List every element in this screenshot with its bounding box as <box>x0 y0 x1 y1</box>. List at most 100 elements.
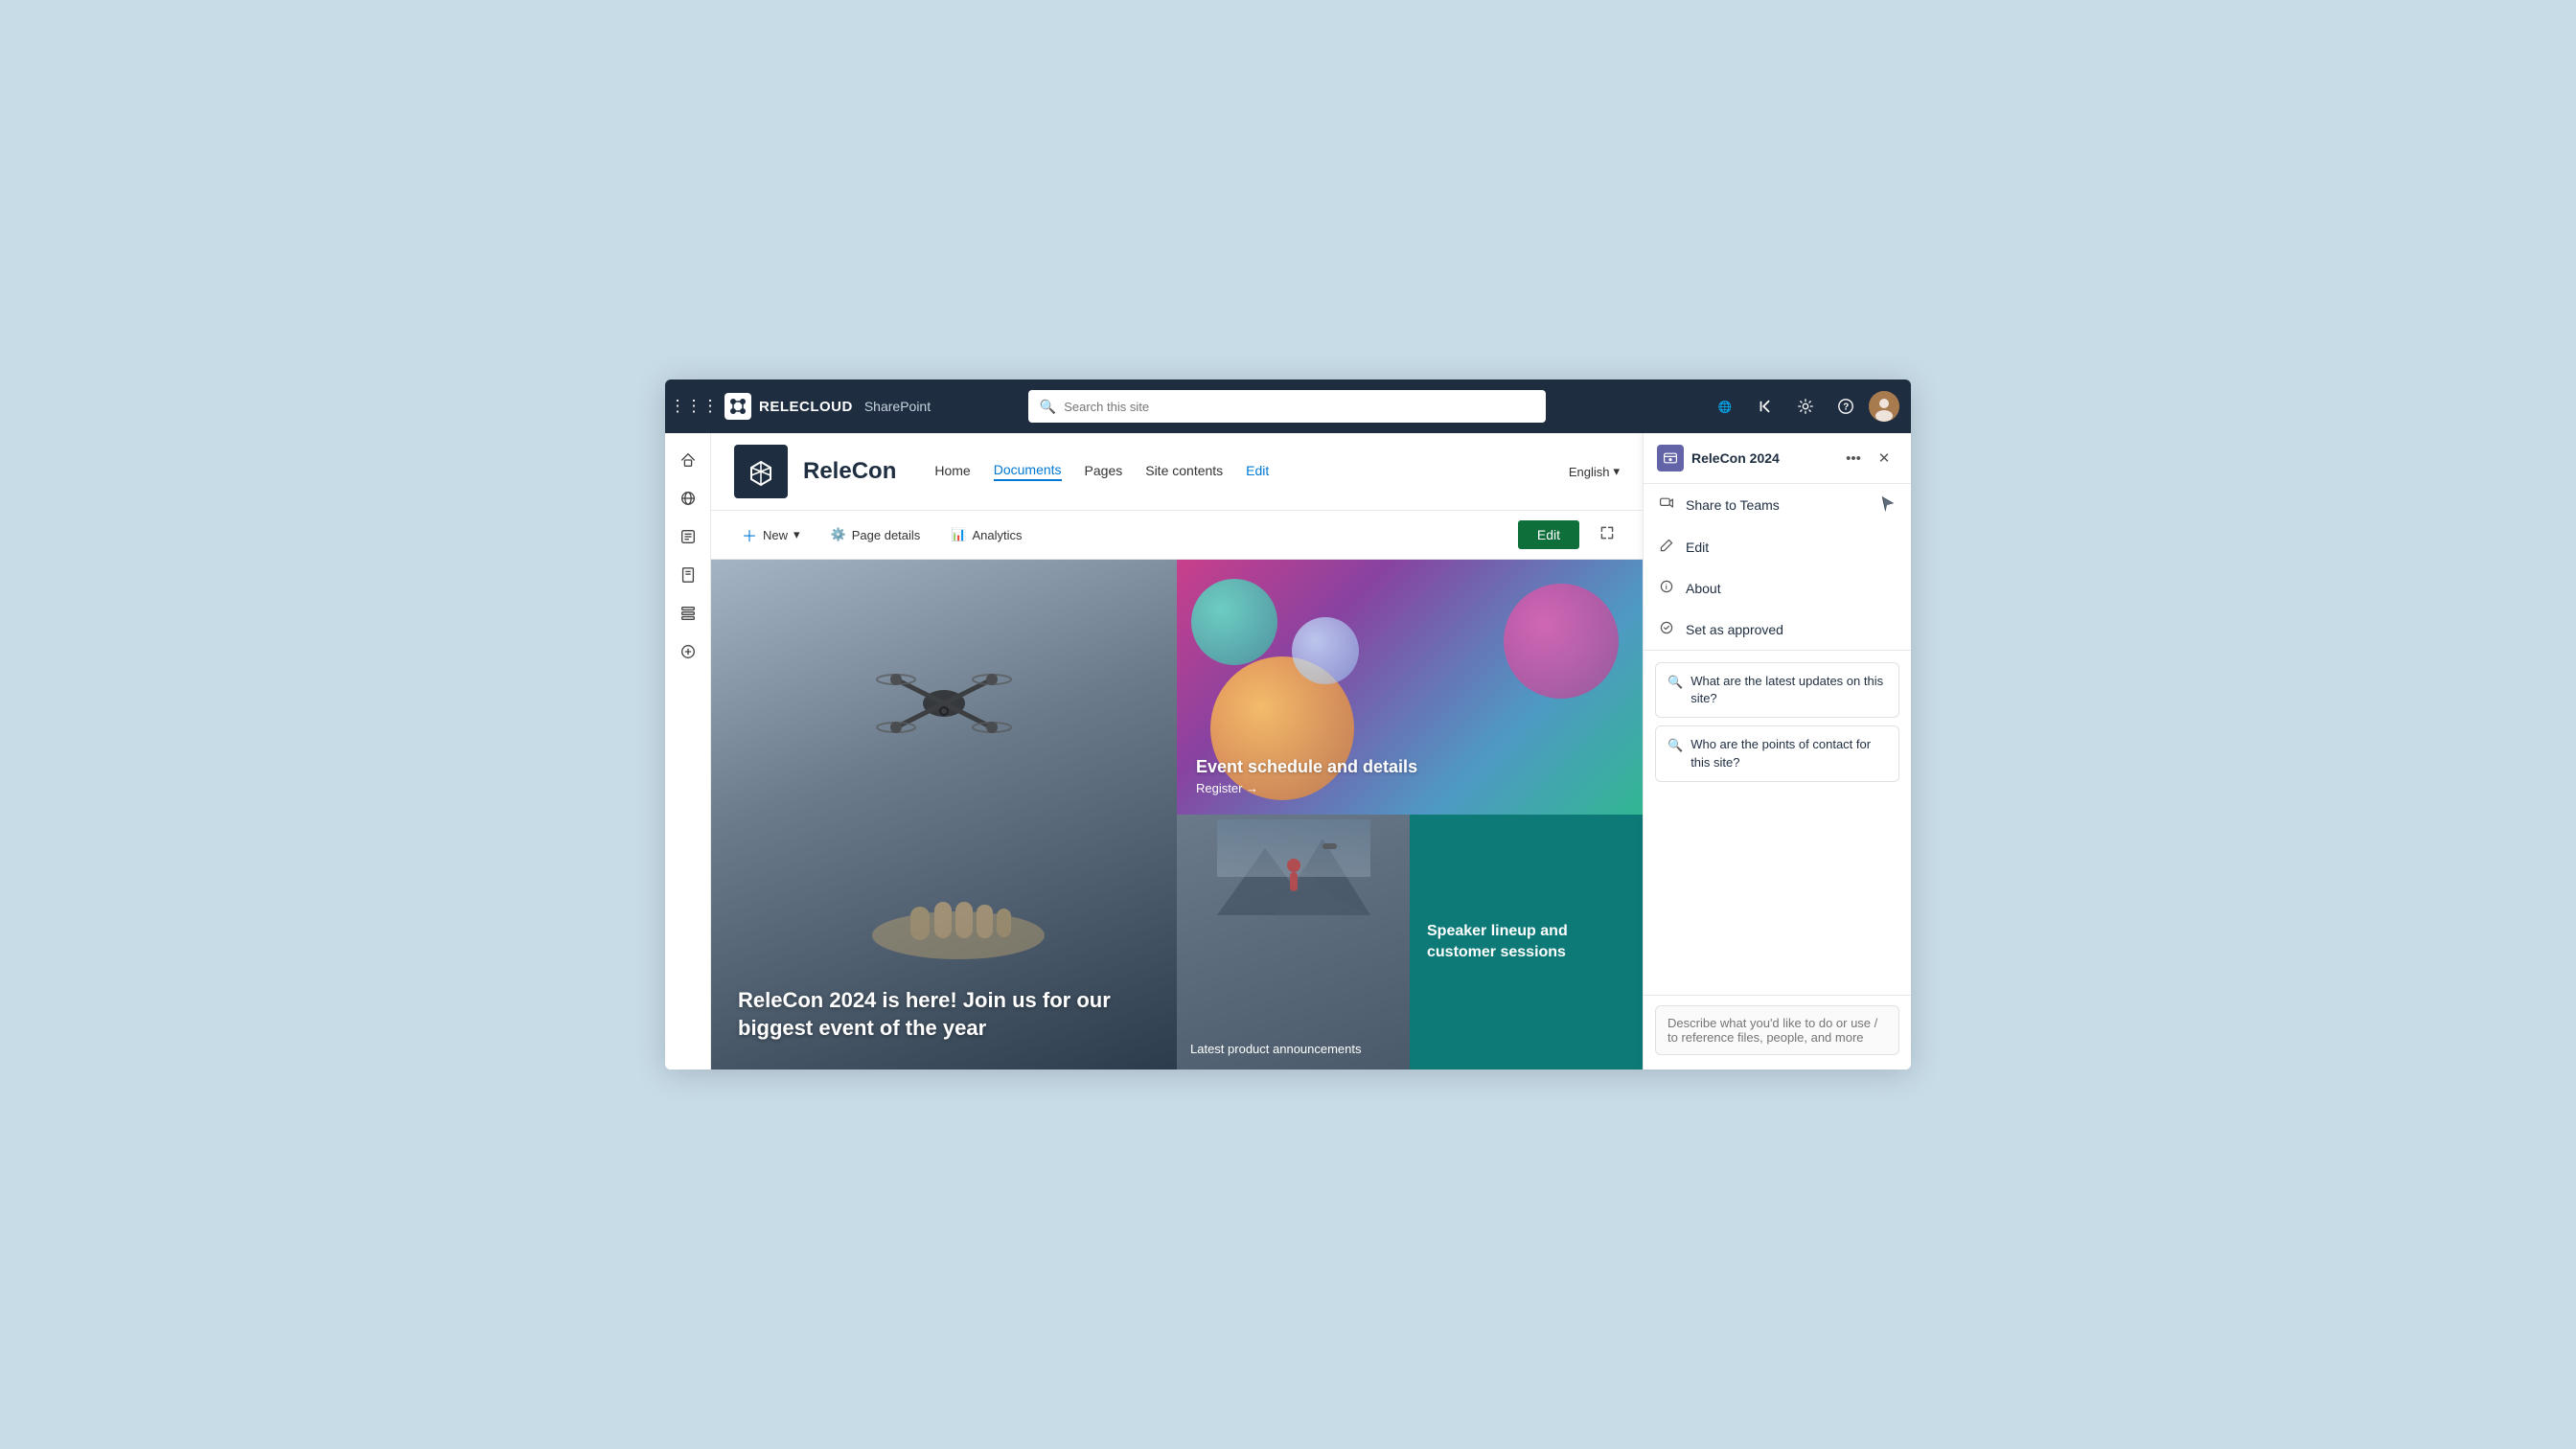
top-navigation: ⋮⋮⋮ RELECLOUD SharePoint 🔍 <box>665 380 1911 433</box>
toolbar: ＋ New ▾ ⚙️ Page details 📊 Analytics Edit <box>711 511 1643 560</box>
svg-text:?: ? <box>1843 402 1849 413</box>
site-title: ReleCon <box>803 458 896 485</box>
sidebar-home-button[interactable] <box>671 443 705 477</box>
main-area: ReleCon Home Documents Pages Site conten… <box>665 433 1911 1070</box>
hero-event-link[interactable]: Register → <box>1196 781 1623 795</box>
right-panel: ReleCon 2024 ••• ✕ Share to Teams <box>1643 433 1911 1070</box>
panel-teams-icon <box>1657 445 1684 472</box>
sidebar-add-button[interactable] <box>671 634 705 669</box>
suggestion-item-0[interactable]: 🔍 What are the latest updates on this si… <box>1655 662 1899 718</box>
cursor-indicator <box>1880 496 1896 515</box>
panel-suggestions: 🔍 What are the latest updates on this si… <box>1644 651 1911 995</box>
search-suggestion-icon-0: 🔍 <box>1668 674 1683 691</box>
site-nav: Home Documents Pages Site contents Edit <box>934 462 1269 481</box>
site-logo <box>734 445 788 498</box>
panel-input-area <box>1644 995 1911 1070</box>
suggestion-text-1: Who are the points of contact for this s… <box>1690 736 1887 770</box>
about-label: About <box>1686 581 1721 596</box>
logo-area: RELECLOUD SharePoint <box>724 393 931 420</box>
fullscreen-button[interactable] <box>1595 520 1620 549</box>
hero-grid: ReleCon 2024 is here! Join us for our bi… <box>711 560 1643 1070</box>
search-icon: 🔍 <box>1040 399 1056 415</box>
nav-pages[interactable]: Pages <box>1085 463 1123 480</box>
edit-menu-button[interactable]: Edit <box>1644 526 1911 567</box>
analytics-label: Analytics <box>973 528 1023 542</box>
share-teams-icon <box>1659 495 1674 515</box>
chevron-down-icon: ▾ <box>1613 464 1620 479</box>
sidebar-content-button[interactable] <box>671 519 705 554</box>
site-header: ReleCon Home Documents Pages Site conten… <box>711 433 1643 511</box>
language-label: English <box>1569 465 1610 479</box>
sidebar-page-button[interactable] <box>671 558 705 592</box>
new-label: New <box>763 528 788 542</box>
brand-logo-icon <box>724 393 751 420</box>
back-button[interactable] <box>1748 389 1782 424</box>
edit-button[interactable]: Edit <box>1518 520 1579 549</box>
nav-edit[interactable]: Edit <box>1246 463 1269 480</box>
translate-button[interactable]: 🌐 <box>1708 389 1742 424</box>
edit-menu-label: Edit <box>1686 540 1709 555</box>
drone-illustration <box>858 636 1030 775</box>
sidebar-globe-button[interactable] <box>671 481 705 516</box>
search-input[interactable] <box>1064 400 1534 414</box>
bubble-pink <box>1504 584 1619 699</box>
suggestion-item-1[interactable]: 🔍 Who are the points of contact for this… <box>1655 725 1899 781</box>
hero-event-title: Event schedule and details <box>1196 757 1623 777</box>
top-nav-actions: 🌐 ? <box>1708 389 1899 424</box>
panel-header: ReleCon 2024 ••• ✕ <box>1644 433 1911 484</box>
page-content: ReleCon Home Documents Pages Site conten… <box>711 433 1643 1070</box>
hero-announcements-panel[interactable]: Latest product announcements <box>1177 815 1410 1070</box>
nav-documents[interactable]: Documents <box>994 462 1062 481</box>
hero-bottom-right: Latest product announcements Speaker lin… <box>1177 815 1643 1070</box>
set-approved-label: Set as approved <box>1686 622 1783 637</box>
person-illustration <box>1177 819 1410 915</box>
panel-ai-input[interactable] <box>1655 1005 1899 1055</box>
user-avatar[interactable] <box>1869 391 1899 422</box>
share-to-teams-label: Share to Teams <box>1686 497 1780 513</box>
info-icon: i <box>1659 579 1674 597</box>
hero-main-panel: ReleCon 2024 is here! Join us for our bi… <box>711 560 1177 1070</box>
nav-site-contents[interactable]: Site contents <box>1145 463 1223 480</box>
hero-event-panel[interactable]: Event schedule and details Register → <box>1177 560 1643 815</box>
dropdown-icon: ▾ <box>794 527 800 542</box>
brand-name: RELECLOUD <box>759 399 853 415</box>
search-suggestion-icon-1: 🔍 <box>1668 737 1683 754</box>
hero-main-title: ReleCon 2024 is here! Join us for our bi… <box>738 986 1150 1043</box>
hero-main-text: ReleCon 2024 is here! Join us for our bi… <box>738 986 1150 1043</box>
set-approved-button[interactable]: Set as approved <box>1644 609 1911 650</box>
plus-icon: ＋ <box>742 523 757 546</box>
language-selector[interactable]: English ▾ <box>1569 464 1620 479</box>
about-button[interactable]: i About <box>1644 567 1911 609</box>
chart-icon: 📊 <box>951 527 966 542</box>
sidebar-list-button[interactable] <box>671 596 705 631</box>
panel-menu: Share to Teams Edi <box>1644 484 1911 651</box>
product-name: SharePoint <box>864 399 931 414</box>
svg-text:🌐: 🌐 <box>1718 401 1733 414</box>
bubble-teal <box>1191 579 1277 665</box>
hero-speaker-title: Speaker lineup and customer sessions <box>1427 921 1625 962</box>
panel-title: ReleCon 2024 <box>1691 450 1832 466</box>
page-details-button[interactable]: ⚙️ Page details <box>823 522 929 547</box>
panel-more-button[interactable]: ••• <box>1840 445 1867 472</box>
hero-announcements-title: Latest product announcements <box>1190 1042 1362 1056</box>
hero-event-text: Event schedule and details Register → <box>1196 757 1623 795</box>
settings-button[interactable] <box>1788 389 1823 424</box>
nav-home[interactable]: Home <box>934 463 970 480</box>
new-button[interactable]: ＋ New ▾ <box>734 518 808 551</box>
page-details-label: Page details <box>852 528 921 542</box>
gear-icon: ⚙️ <box>831 527 846 542</box>
panel-header-actions: ••• ✕ <box>1840 445 1898 472</box>
share-to-teams-button[interactable]: Share to Teams <box>1644 484 1911 526</box>
approved-icon <box>1659 620 1674 638</box>
sidebar <box>665 433 711 1070</box>
analytics-button[interactable]: 📊 Analytics <box>943 522 1029 547</box>
suggestion-text-0: What are the latest updates on this site… <box>1690 673 1887 707</box>
svg-text:i: i <box>1666 583 1668 591</box>
help-button[interactable]: ? <box>1828 389 1863 424</box>
panel-close-button[interactable]: ✕ <box>1871 445 1898 472</box>
search-bar[interactable]: 🔍 <box>1028 390 1546 423</box>
waffle-menu-button[interactable]: ⋮⋮⋮ <box>677 389 711 424</box>
bubble-blue <box>1292 617 1359 684</box>
hand-illustration <box>740 887 1177 964</box>
hero-speaker-panel[interactable]: Speaker lineup and customer sessions <box>1410 815 1643 1070</box>
